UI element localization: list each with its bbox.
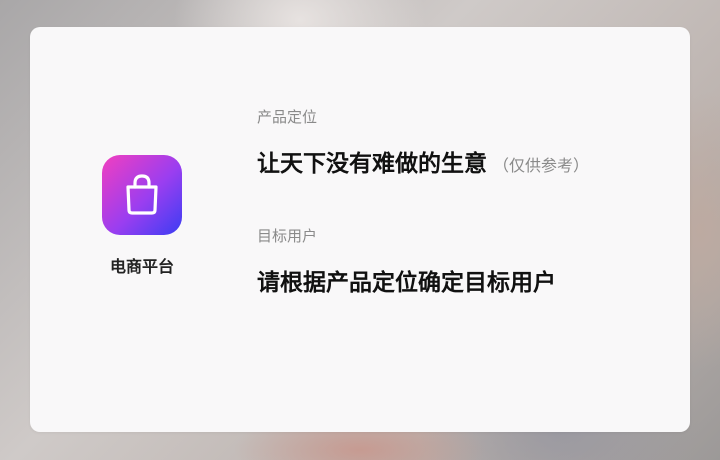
shopping-bag-icon [126,174,158,215]
positioning-note: （仅供参考） [493,156,590,175]
target-users-row: 请根据产品定位确定目标用户 [257,267,667,299]
positioning-row: 让天下没有难做的生意 （仅供参考） [257,148,667,180]
positioning-label: 产品定位 [257,108,318,126]
target-users-label: 目标用户 [257,227,318,245]
target-users-section: 目标用户 请根据产品定位确定目标用户 [257,226,667,299]
app-block: 电商平台 [102,155,182,277]
info-card: 电商平台 产品定位 让天下没有难做的生意 （仅供参考） 目标用户 请根据产品定位… [30,27,690,432]
positioning-section: 产品定位 让天下没有难做的生意 （仅供参考） [257,107,667,180]
target-users-value: 请根据产品定位确定目标用户 [257,270,556,296]
app-name: 电商平台 [109,257,174,276]
app-icon[interactable] [102,155,182,235]
product-info: 产品定位 让天下没有难做的生意 （仅供参考） 目标用户 请根据产品定位确定目标用… [257,107,667,299]
positioning-value: 让天下没有难做的生意 [257,151,487,177]
